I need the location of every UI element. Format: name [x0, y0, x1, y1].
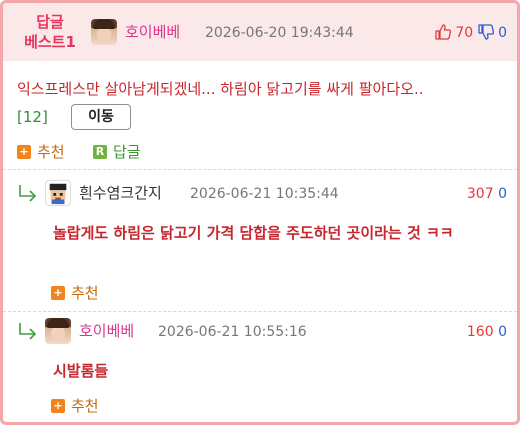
plus-icon: + [51, 399, 65, 413]
author-nickname[interactable]: 흰수염크간지 [79, 183, 162, 203]
up-count: 70 [455, 25, 474, 41]
comment-body: 시발롬들 [53, 362, 109, 380]
recommend-label: 추천 [71, 397, 99, 415]
recommend-button[interactable]: + 추천 [51, 396, 99, 416]
recommend-button[interactable]: + 추천 [17, 142, 65, 162]
best-comment-frame: 답글 베스트1 호이베베 2026-06-20 19:43:44 70 0 익스… [0, 0, 520, 425]
reply-arrow-icon [19, 323, 37, 340]
divider [3, 311, 517, 312]
thumbs-up-icon[interactable] [435, 24, 451, 40]
recommend-label: 추천 [71, 284, 99, 302]
plus-icon: + [51, 286, 65, 300]
reply-button[interactable]: R 답글 [93, 142, 141, 162]
vote-counts: 70 0 [435, 23, 507, 43]
down-count: 0 [498, 25, 507, 41]
comment-date: 2026-06-21 10:55:16 [158, 324, 307, 340]
recommend-button[interactable]: + 추천 [51, 283, 99, 303]
up-count[interactable]: 307 [467, 186, 494, 202]
move-button[interactable]: 이동 [71, 104, 131, 130]
best-badge: 답글 베스트1 [17, 12, 83, 52]
avatar[interactable] [45, 318, 71, 344]
best-badge-line2: 베스트1 [24, 33, 76, 51]
best-comment-header: 답글 베스트1 호이베베 2026-06-20 19:43:44 70 0 [3, 3, 517, 61]
avatar[interactable] [45, 180, 71, 206]
avatar[interactable] [91, 19, 117, 45]
comment-body: 놀랍게도 하림은 닭고기 가격 담합을 주도하던 곳이라는 것 ㅋㅋ [53, 224, 454, 242]
comment-date: 2026-06-20 19:43:44 [205, 25, 354, 41]
divider [3, 169, 517, 170]
best-badge-line1: 답글 [36, 13, 64, 31]
comment-date: 2026-06-21 10:35:44 [190, 186, 339, 202]
up-count[interactable]: 160 [467, 324, 494, 340]
reply-count[interactable]: [12] [17, 107, 48, 127]
author-nickname[interactable]: 호이베베 [125, 22, 180, 42]
reply-label: 답글 [113, 143, 141, 161]
recommend-label: 추천 [37, 143, 65, 161]
thumbs-down-icon[interactable] [477, 24, 494, 40]
vote-counts: 307 0 [467, 184, 507, 204]
plus-icon: + [17, 145, 31, 159]
comment-body: 익스프레스만 살아남게되겠네... 하림아 닭고기를 싸게 팔아다오.. [17, 80, 424, 98]
down-count[interactable]: 0 [498, 186, 507, 202]
reply-arrow-icon [19, 185, 37, 202]
author-nickname[interactable]: 호이베베 [79, 321, 134, 341]
reply-icon: R [93, 145, 107, 159]
vote-counts: 160 0 [467, 322, 507, 342]
down-count[interactable]: 0 [498, 324, 507, 340]
